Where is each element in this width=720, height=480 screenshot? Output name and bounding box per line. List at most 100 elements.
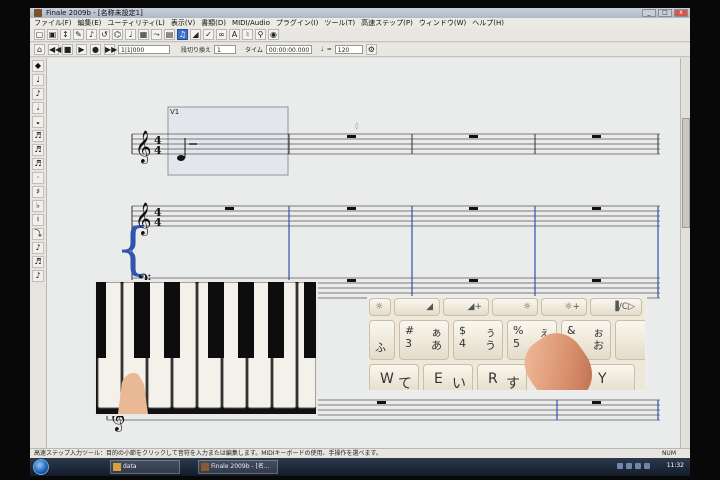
edit-frame[interactable]: [167, 106, 289, 176]
menu-tools[interactable]: ツール(T): [324, 18, 355, 28]
midi-keyboard-inset: [94, 280, 318, 416]
tool-button[interactable]: ◢: [190, 29, 201, 40]
maximize-button[interactable]: □: [658, 9, 672, 17]
piano-keys-image: [96, 282, 316, 414]
tool-button[interactable]: A: [229, 29, 240, 40]
palette-tool-button[interactable]: ♬: [32, 130, 44, 142]
palette-tool-button[interactable]: ♯: [32, 186, 44, 198]
whole-rest: [592, 135, 601, 138]
playback-controls: ⌂ ◀◀ ■ ▶ ● ▶▶ 1|1|000 段切り換え 1 タイム 00:00:…: [30, 43, 690, 57]
menu-file[interactable]: ファイル(F): [34, 18, 72, 28]
key-w: Wて: [369, 364, 419, 390]
key-display: ▐/C▷: [590, 298, 642, 316]
time-signature-bottom: 4: [154, 216, 162, 229]
tool-button[interactable]: ♮: [242, 29, 253, 40]
tool-button[interactable]: ♪: [86, 29, 97, 40]
start-button[interactable]: [33, 459, 49, 475]
window-controls: _ □ x: [642, 9, 688, 17]
bars-label: 段切り換え: [181, 47, 212, 54]
tool-button[interactable]: ▦: [138, 29, 149, 40]
clock: 11:32: [666, 462, 684, 469]
key-4: $ ぅ 4う: [453, 320, 503, 360]
menu-edit[interactable]: 編集(E): [78, 18, 102, 28]
forward-button[interactable]: ▶▶: [104, 44, 117, 55]
menu-document[interactable]: 書類(D): [201, 18, 226, 28]
palette-tool-button[interactable]: ♭: [32, 200, 44, 212]
palette-tool-button[interactable]: ◆: [32, 60, 44, 72]
tool-button[interactable]: ◉: [268, 29, 279, 40]
rewind-button[interactable]: ◀◀: [48, 44, 61, 55]
palette-tool-button[interactable]: ♪: [32, 270, 44, 282]
palette-tool-button[interactable]: ♬: [32, 158, 44, 170]
whole-rest: [592, 279, 601, 282]
close-button[interactable]: x: [674, 9, 688, 17]
tool-button[interactable]: ∞: [216, 29, 227, 40]
menu-bar: ファイル(F) 編集(E) ユーティリティ(L) 表示(V) 書類(D) MID…: [30, 18, 690, 28]
tray-icon[interactable]: [644, 463, 650, 469]
tool-button[interactable]: ✎: [73, 29, 84, 40]
menu-speedy-entry[interactable]: 高速ステップ(P): [361, 18, 413, 28]
tool-button[interactable]: ⌬: [112, 29, 123, 40]
menu-view[interactable]: 表示(V): [171, 18, 195, 28]
palette-tool-button[interactable]: ♩: [32, 74, 44, 86]
taskbar-finale-button[interactable]: Finale 2009b - [名...: [198, 460, 278, 474]
palette-tool-button[interactable]: ♬: [32, 256, 44, 268]
palette-tool-button[interactable]: ♬: [32, 144, 44, 156]
tempo-note-icon: ♩: [320, 46, 324, 53]
menu-window[interactable]: ウィンドウ(W): [419, 18, 466, 28]
palette-tool-button[interactable]: ♮: [32, 214, 44, 226]
time-field[interactable]: 00:00:00.000: [265, 45, 312, 54]
whole-rest: [377, 401, 386, 404]
palette-tool-button[interactable]: ⤵: [32, 228, 44, 240]
speedy-entry-palette: ◆ ♩ ♪ 𝅗𝅥 𝅝 ♬ ♬ ♬ · ♯ ♭ ♮ ⤵ ♪ ♬ ♪: [30, 58, 47, 448]
menu-midi-audio[interactable]: MIDI/Audio: [232, 18, 270, 28]
palette-tool-button[interactable]: ♪: [32, 88, 44, 100]
tray-icon[interactable]: [626, 463, 632, 469]
tool-button[interactable]: ▣: [47, 29, 58, 40]
vertical-scrollbar[interactable]: [680, 58, 690, 448]
tool-button[interactable]: ▢: [34, 29, 45, 40]
palette-tool-button[interactable]: 𝅗𝅥: [32, 102, 44, 114]
whole-rest: [225, 207, 234, 210]
scrollbar-thumb[interactable]: [682, 118, 690, 228]
computer-keyboard-inset: ☼ ◢ ◢+ ☼ ☼+ ▐/C▷ ふ #ぁ 3あ $ぅ 4う %ぇ 5え &ぉ …: [367, 296, 647, 392]
whole-rest: [592, 207, 601, 210]
tool-button[interactable]: ↕: [60, 29, 71, 40]
measure-field[interactable]: 1|1|000: [118, 45, 170, 54]
tool-button[interactable]: ↺: [99, 29, 110, 40]
palette-tool-button[interactable]: ♪: [32, 242, 44, 254]
tool-button[interactable]: ♫: [177, 29, 188, 40]
tempo-field[interactable]: 120: [334, 45, 363, 54]
whole-rest: [469, 279, 478, 282]
key-3: # ぁ 3あ: [399, 320, 449, 360]
minimize-button[interactable]: _: [642, 9, 656, 17]
tool-button[interactable]: ⚲: [255, 29, 266, 40]
bars-field[interactable]: 1: [214, 45, 237, 54]
tool-button[interactable]: ✓: [203, 29, 214, 40]
key-brightness-up: ☼+: [541, 298, 587, 316]
tray-icon[interactable]: [617, 463, 623, 469]
palette-tool-button[interactable]: 𝅝: [32, 116, 44, 128]
taskbar-folder-label: data: [123, 463, 137, 470]
tool-button[interactable]: ♩: [125, 29, 136, 40]
palette-tool-button[interactable]: ·: [32, 172, 44, 184]
menu-plugins[interactable]: プラグイン(I): [276, 18, 319, 28]
play-button[interactable]: ▶: [76, 44, 87, 55]
note-head[interactable]: [177, 155, 185, 161]
tool-button[interactable]: ▤: [164, 29, 175, 40]
stop-button[interactable]: ■: [62, 44, 73, 55]
settings-icon[interactable]: ⚙: [365, 44, 377, 55]
whole-rest: [592, 401, 601, 404]
window-title: Finale 2009b - [名称未設定1]: [46, 9, 143, 17]
measure-number-marker: ◊: [355, 122, 359, 130]
taskbar-folder-button[interactable]: data: [110, 460, 180, 474]
finale-app-icon: [34, 9, 42, 17]
menu-help[interactable]: ヘルプ(H): [472, 18, 504, 28]
home-icon[interactable]: ⌂: [34, 44, 45, 55]
key-r: Rす: [477, 364, 527, 390]
tray-icon[interactable]: [635, 463, 641, 469]
main-tool-palette: ▢ ▣ ↕ ✎ ♪ ↺ ⌬ ♩ ▦ ⤳ ▤ ♫ ◢ ✓ ∞ A ♮ ⚲ ◉: [30, 28, 690, 42]
tool-button[interactable]: ⤳: [151, 29, 162, 40]
record-button[interactable]: ●: [90, 44, 101, 55]
menu-utilities[interactable]: ユーティリティ(L): [107, 18, 165, 28]
